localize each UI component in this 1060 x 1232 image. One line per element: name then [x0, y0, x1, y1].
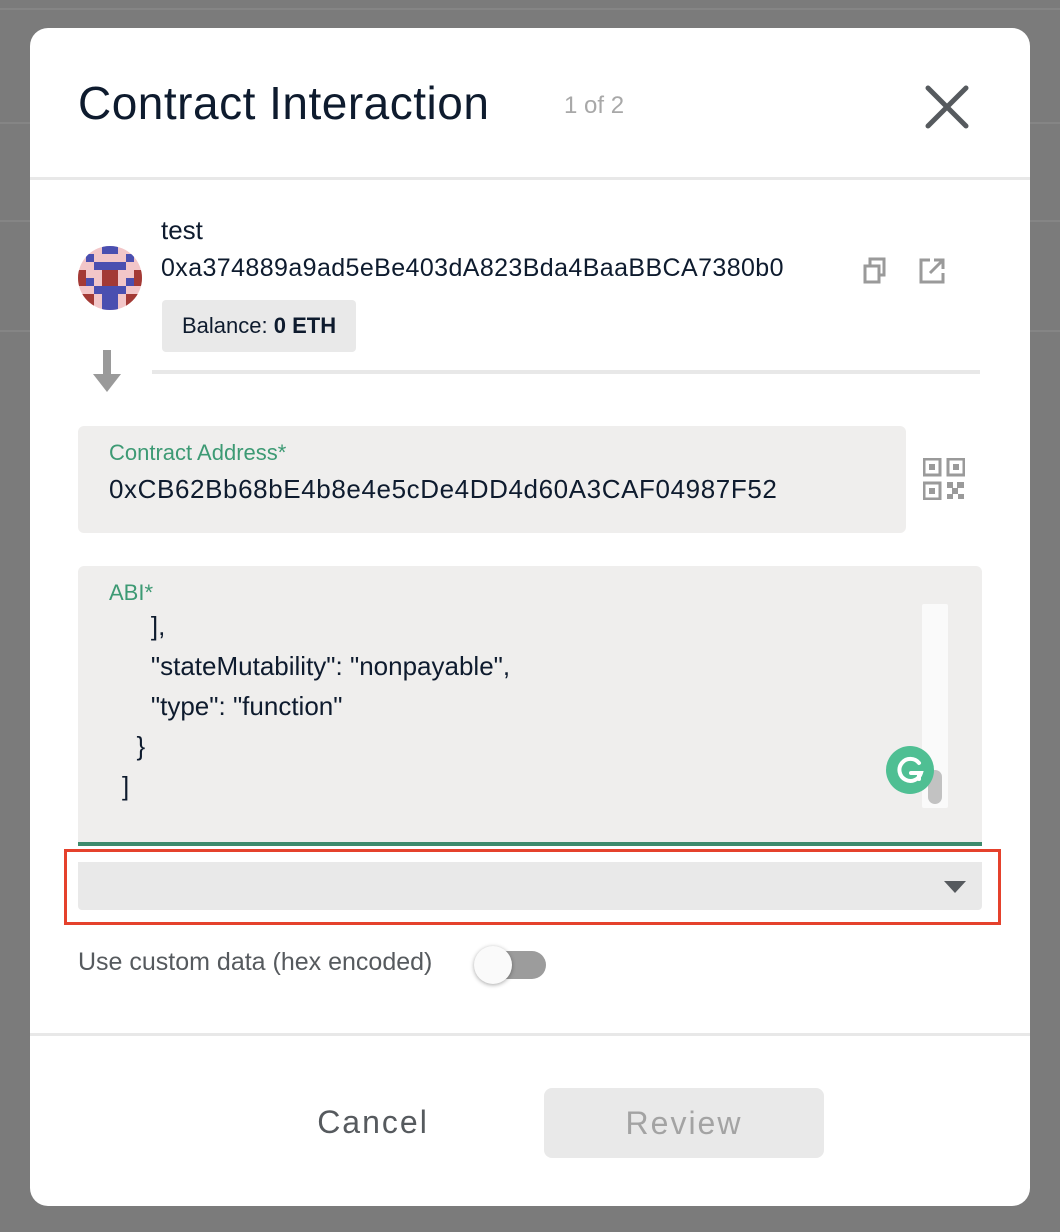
contract-address-field[interactable]: Contract Address* 0xCB62Bb68bE4b8e4e5cDe… [78, 426, 906, 533]
cancel-button[interactable]: Cancel [278, 1088, 468, 1156]
contract-address-value[interactable]: 0xCB62Bb68bE4b8e4e5cDe4DD4d60A3CAF04987F… [109, 474, 777, 505]
modal-title: Contract Interaction [78, 77, 490, 129]
qr-code-icon[interactable] [922, 457, 966, 501]
abi-field[interactable]: ABI* ], "stateMutability": "nonpayable",… [78, 566, 982, 846]
grammarly-icon[interactable] [886, 746, 934, 794]
balance-value: 0 ETH [273, 313, 337, 338]
copy-icon[interactable] [862, 257, 888, 285]
caret-down-icon [944, 880, 966, 893]
arrow-down-icon [92, 350, 122, 394]
account-name: test [161, 215, 203, 245]
toggle-knob [474, 946, 512, 984]
custom-data-label: Use custom data (hex encoded) [78, 948, 433, 976]
contract-address-label: Contract Address* [109, 440, 287, 465]
balance-label: Balance: [182, 313, 268, 338]
close-icon[interactable] [920, 80, 974, 134]
balance-badge: Balance: 0 ETH [162, 300, 357, 352]
account-avatar [78, 246, 142, 310]
backdrop-line [0, 8, 1060, 10]
abi-textarea[interactable]: ], "stateMutability": "nonpayable", "typ… [122, 606, 902, 806]
custom-data-toggle[interactable] [474, 946, 548, 984]
contract-interaction-modal: Contract Interaction 1 of 2 test 0xa3748… [30, 28, 1030, 1206]
modal-header: Contract Interaction 1 of 2 [30, 28, 1030, 180]
review-button[interactable]: Review [544, 1088, 824, 1158]
step-indicator: 1 of 2 [564, 92, 625, 119]
account-address: 0xa374889a9ad5eBe403dA823Bda4BaaBBCA7380… [161, 254, 784, 282]
abi-label: ABI* [109, 580, 154, 605]
function-select[interactable] [78, 862, 982, 910]
section-divider [152, 370, 980, 374]
external-link-icon[interactable] [918, 257, 946, 285]
footer-divider [30, 1033, 1030, 1036]
